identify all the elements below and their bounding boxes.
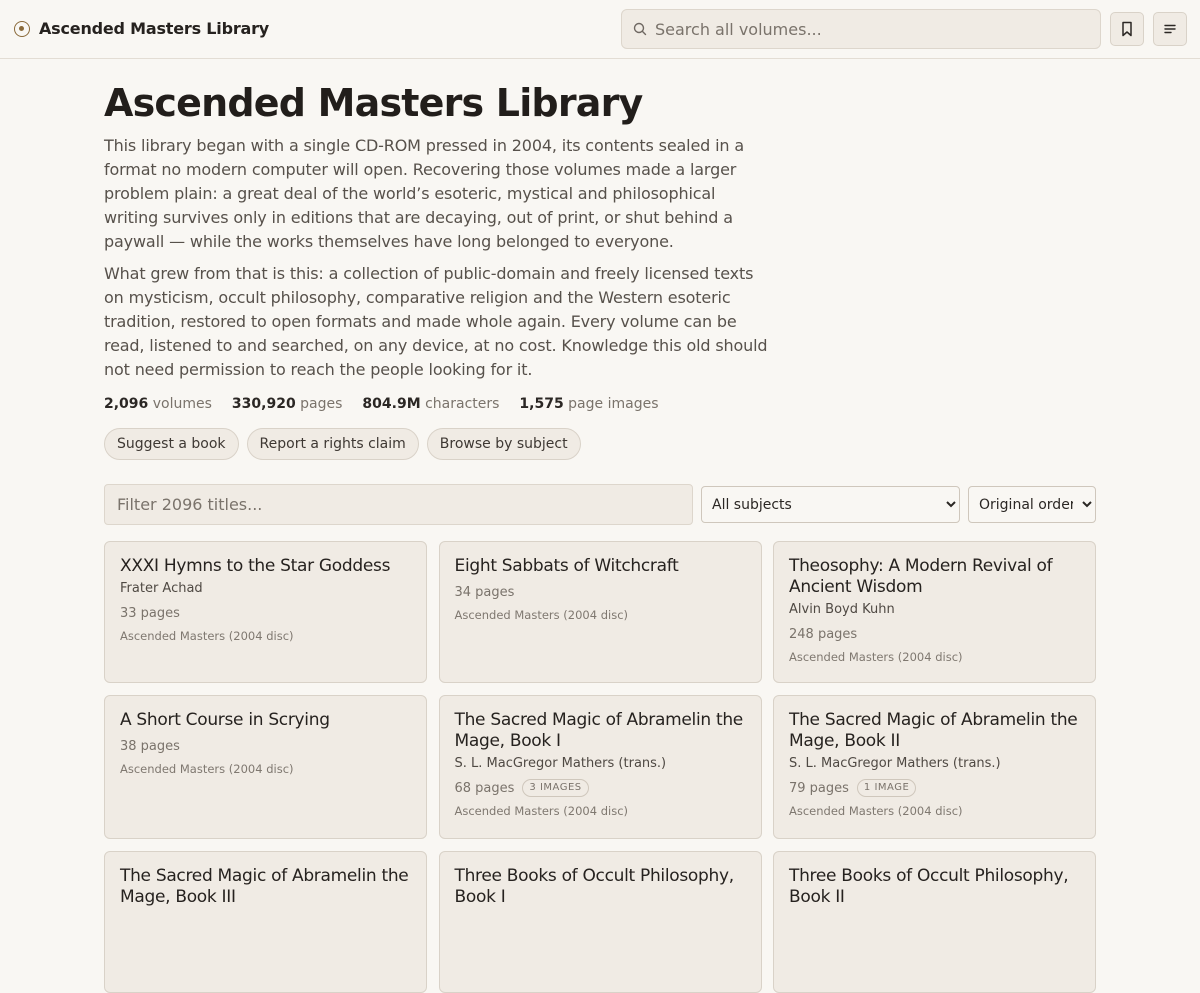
book-card[interactable]: The Sacred Magic of Abramelin the Mage, … (773, 695, 1096, 839)
book-source: Ascended Masters (2004 disc) (120, 762, 294, 776)
book-title: The Sacred Magic of Abramelin the Mage, … (120, 866, 409, 907)
book-card[interactable]: Three Books of Occult Philosophy, Book I (438, 851, 762, 993)
book-pages: 79 pages 1 IMAGE (789, 778, 1080, 798)
book-pages: 248 pages (789, 626, 858, 642)
search-icon (633, 22, 647, 36)
book-title: XXXI Hymns to the Star Goddess (120, 556, 391, 576)
subject-select[interactable]: All subjects (701, 486, 960, 523)
book-title: Theosophy: A Modern Revival of Ancient W… (789, 556, 1053, 597)
filter-bar: All subjects Original order (104, 484, 1096, 525)
book-source: Ascended Masters (2004 disc) (789, 804, 963, 818)
book-title: The Sacred Magic of Abramelin the Mage, … (789, 710, 1078, 751)
stat-characters: 804.9M characters (362, 396, 500, 412)
book-card[interactable]: XXXI Hymns to the Star Goddess Frater Ac… (104, 541, 427, 683)
book-title: Three Books of Occult Philosophy, Book I (454, 866, 735, 907)
top-bar: Ascended Masters Library (0, 0, 1200, 59)
book-card[interactable]: Theosophy: A Modern Revival of Ancient W… (773, 541, 1096, 683)
book-title: Eight Sabbats of Witchcraft (454, 556, 679, 576)
stat-volumes: 2,096 volumes (104, 396, 212, 412)
search-box[interactable] (621, 9, 1101, 49)
page-title: Ascended Masters Library (104, 81, 643, 125)
image-count-badge: 3 IMAGES (522, 779, 589, 797)
book-source: Ascended Masters (2004 disc) (454, 608, 629, 622)
book-card[interactable]: The Sacred Magic of Abramelin the Mage, … (438, 695, 762, 839)
stat-page-images: 1,575 page images (519, 396, 659, 412)
intro-paragraph-2: What grew from that is this: a collectio… (104, 264, 768, 379)
book-pages: 34 pages (454, 584, 515, 600)
main-content: Ascended Masters Library This library be… (104, 80, 1096, 993)
sort-order-select[interactable]: Original order (968, 486, 1096, 523)
bookmark-button[interactable] (1110, 12, 1144, 46)
intro-paragraph-1: This library began with a single CD-ROM … (104, 136, 744, 251)
book-title: The Sacred Magic of Abramelin the Mage, … (454, 710, 744, 751)
bookmark-icon (1122, 21, 1132, 37)
book-card[interactable]: Three Books of Occult Philosophy, Book I… (773, 851, 1096, 993)
book-pages: 68 pages 3 IMAGES (455, 778, 746, 798)
book-grid: XXXI Hymns to the Star Goddess Frater Ac… (104, 541, 1096, 993)
brand[interactable]: Ascended Masters Library (14, 19, 269, 38)
book-card[interactable]: A Short Course in Scrying 38 pages Ascen… (104, 695, 427, 839)
library-stats: 2,096 volumes 330,920 pages 804.9M chara… (104, 396, 1096, 412)
book-title: A Short Course in Scrying (120, 710, 330, 730)
brand-title: Ascended Masters Library (39, 19, 270, 38)
book-author: S. L. MacGregor Mathers (trans.) (454, 756, 667, 771)
book-author: Frater Achad (120, 581, 203, 596)
book-card[interactable]: Eight Sabbats of Witchcraft 34 pages Asc… (438, 541, 762, 683)
book-source: Ascended Masters (2004 disc) (454, 804, 629, 818)
book-author: Alvin Boyd Kuhn (789, 602, 895, 617)
book-source: Ascended Masters (2004 disc) (120, 629, 294, 643)
menu-icon (1164, 24, 1176, 34)
report-rights-claim-button[interactable]: Report a rights claim (246, 428, 419, 460)
book-source: Ascended Masters (2004 disc) (789, 650, 963, 664)
image-count-badge: 1 IMAGE (856, 779, 917, 797)
book-pages: 33 pages (120, 605, 180, 621)
book-title: Three Books of Occult Philosophy, Book I… (789, 866, 1069, 907)
circle-dot-icon (14, 20, 30, 37)
suggest-book-button[interactable]: Suggest a book (104, 428, 239, 460)
book-pages: 38 pages (120, 738, 180, 754)
stat-pages: 330,920 pages (231, 396, 343, 412)
book-card[interactable]: The Sacred Magic of Abramelin the Mage, … (104, 851, 427, 993)
title-filter-input[interactable] (104, 484, 693, 525)
menu-button[interactable] (1153, 12, 1187, 46)
search-input[interactable] (655, 19, 1085, 39)
browse-by-subject-button[interactable]: Browse by subject (426, 428, 581, 460)
book-author: S. L. MacGregor Mathers (trans.) (789, 756, 1001, 771)
action-pills: Suggest a book Report a rights claim Bro… (104, 428, 1096, 460)
